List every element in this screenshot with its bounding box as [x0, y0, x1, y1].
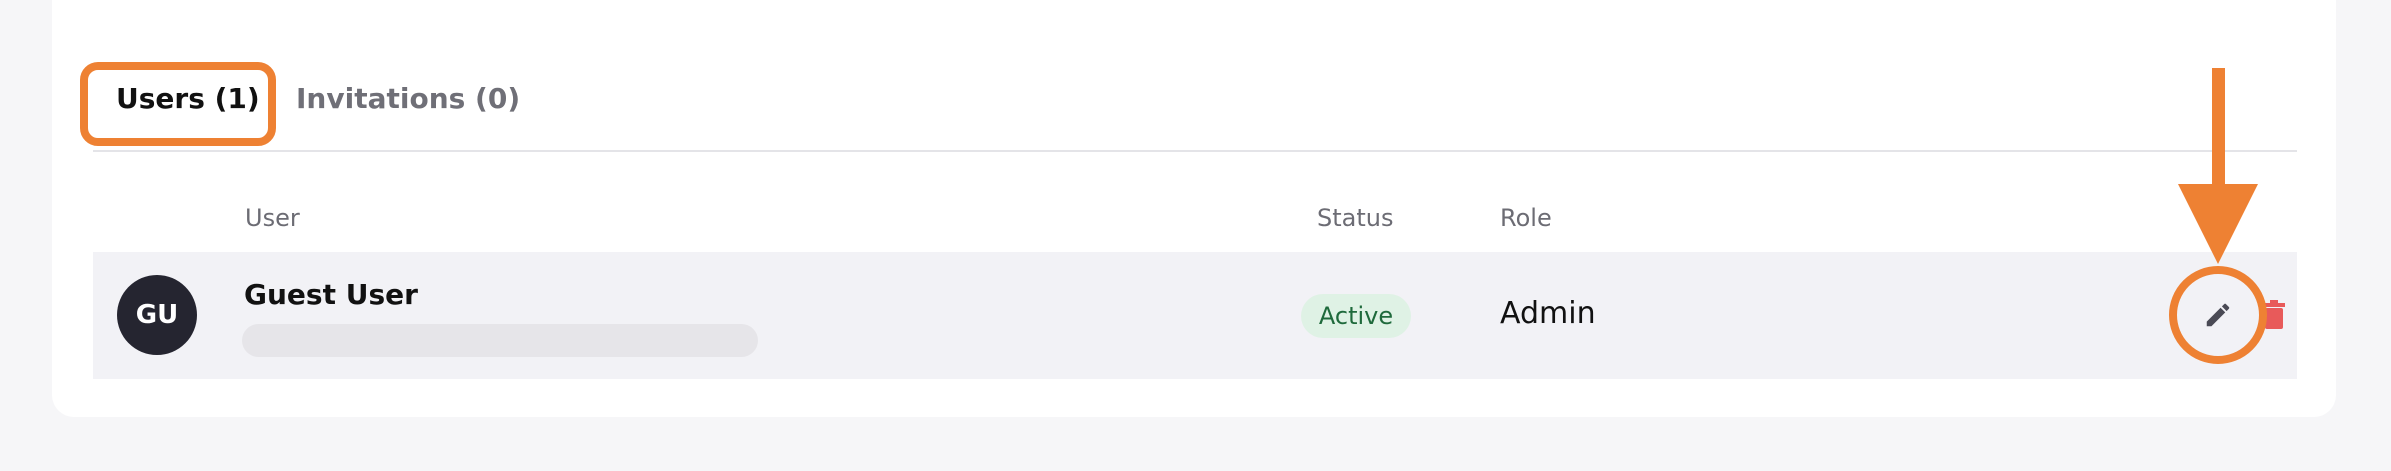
table-row: [93, 252, 2297, 379]
user-name: Guest User: [244, 278, 418, 311]
column-header-status: Status: [1317, 204, 1394, 232]
column-header-user: User: [245, 204, 300, 232]
pencil-icon: [2206, 303, 2230, 327]
tab-highlight-box: [80, 62, 276, 146]
tab-invitations[interactable]: Invitations (0): [296, 82, 520, 115]
delete-user-button[interactable]: [2262, 300, 2286, 330]
annotation-arrow-icon: [2178, 68, 2258, 264]
status-badge: Active: [1301, 294, 1411, 338]
avatar: GU: [117, 275, 197, 355]
tab-bar: Users (1) Invitations (0): [0, 0, 2391, 471]
column-header-role: Role: [1500, 204, 1552, 232]
role-value: Admin: [1500, 296, 1596, 331]
edit-user-button[interactable]: [2176, 273, 2260, 357]
tabs-divider: [93, 150, 2297, 152]
trash-icon: [2263, 300, 2285, 329]
user-email-redacted: [242, 324, 758, 357]
